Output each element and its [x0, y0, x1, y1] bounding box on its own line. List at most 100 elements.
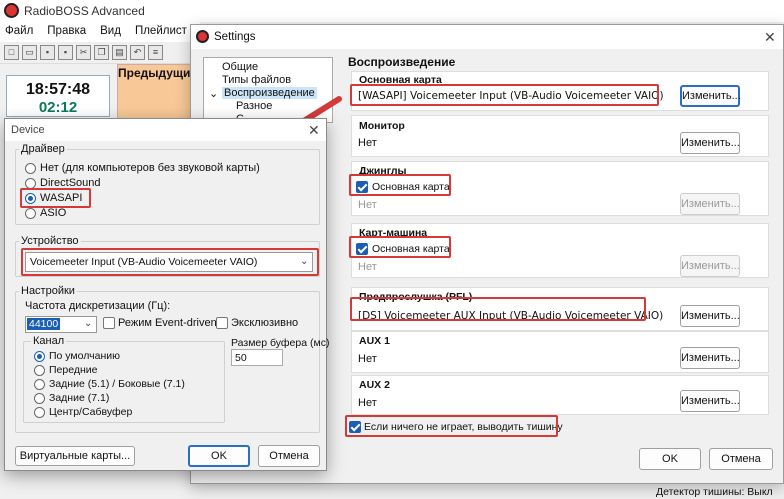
menu-playlist[interactable]: Плейлист — [130, 22, 196, 42]
device-title: Device — [11, 124, 45, 136]
tree-item-general[interactable]: Общие — [222, 61, 258, 73]
app-title: RadioBOSS Advanced — [24, 4, 145, 18]
change-monitor-button[interactable]: Изменить... — [680, 132, 740, 154]
driver-none-radio[interactable] — [25, 163, 36, 174]
paste-icon[interactable]: ▤ — [112, 45, 127, 60]
main-card-value: [WASAPI] Voicemeeter Input (VB-Audio Voi… — [358, 90, 664, 102]
cart-checkbox-label: Основная карта — [372, 243, 450, 255]
jingles-main-card-checkbox[interactable] — [356, 181, 368, 193]
driver-none-label: Нет (для компьютеров без звуковой карты) — [40, 162, 260, 174]
cart-machine-label: Карт-машина — [359, 227, 428, 239]
samplerate-select[interactable]: 44100 ⌄ — [25, 316, 97, 333]
aux1-label: AUX 1 — [359, 335, 390, 347]
menu-edit[interactable]: Правка — [42, 22, 95, 42]
radioboss-logo-icon — [196, 30, 209, 43]
pfl-value: [DS] Voicemeeter AUX Input (VB-Audio Voi… — [358, 310, 664, 322]
change-cart-button[interactable]: Изменить... — [680, 255, 740, 277]
jingles-group: Джинглы Основная карта Нет Изменить... — [351, 161, 769, 216]
menu-view[interactable]: Вид — [95, 22, 130, 42]
radioboss-logo-icon — [4, 3, 19, 18]
settings-cancel-button[interactable]: Отмена — [709, 448, 773, 470]
pfl-label: Предпрослушка (PFL) — [359, 291, 473, 303]
channel-center-radio[interactable] — [34, 407, 45, 418]
close-icon[interactable]: ✕ — [764, 30, 776, 44]
device-dialog: Device ✕ Драйвер Нет (для компьютеров бе… — [4, 118, 330, 471]
elapsed-time: 02:12 — [38, 99, 78, 116]
channel-rear71-radio[interactable] — [34, 393, 45, 404]
virtual-cards-button[interactable]: Виртуальные карты... — [15, 446, 135, 466]
toolbar: □ ▭ ▪ ▪ ✂ ❐ ▤ ↶ ≡ — [0, 42, 200, 64]
device-select-value: Voicemeeter Input (VB-Audio Voicemeeter … — [30, 256, 258, 268]
silence-checkbox-label: Если ничего не играет, выводить тишину — [364, 421, 563, 433]
aux1-group: AUX 1 Нет Изменить... — [351, 331, 769, 373]
previous-track-label: Предыдущий — [118, 66, 193, 80]
settings-legend: Настройки — [19, 285, 77, 297]
playlist-icon[interactable]: ≡ — [148, 45, 163, 60]
event-driven-checkbox[interactable] — [103, 317, 115, 329]
tree-item-file-types[interactable]: Типы файлов — [222, 74, 291, 86]
current-time: 18:57:48 — [25, 81, 91, 98]
channel-center-label: Центр/Сабвуфер — [49, 406, 133, 418]
app-title-bar: RadioBOSS Advanced — [0, 0, 784, 22]
monitor-label: Монитор — [359, 120, 405, 132]
cart-machine-value: Нет — [358, 261, 377, 273]
channel-rear51-radio[interactable] — [34, 379, 45, 390]
device-cancel-button[interactable]: Отмена — [258, 445, 320, 467]
silence-checkbox[interactable] — [349, 421, 361, 433]
channel-rear51-label: Задние (5.1) / Боковые (7.1) — [49, 378, 185, 390]
device-title-bar: Device ✕ — [5, 119, 326, 141]
device-select[interactable]: Voicemeeter Input (VB-Audio Voicemeeter … — [25, 252, 313, 272]
chevron-down-icon[interactable]: ⌄ — [209, 87, 218, 100]
change-main-card-button[interactable]: Изменить... — [680, 85, 741, 107]
channel-front-label: Передние — [49, 364, 98, 376]
device-ok-button[interactable]: OK — [188, 445, 250, 467]
monitor-value: Нет — [358, 137, 377, 149]
pfl-group: Предпрослушка (PFL) [DS] Voicemeeter AUX… — [351, 287, 769, 331]
copy-icon[interactable]: ❐ — [94, 45, 109, 60]
main-card-label: Основная карта — [359, 74, 442, 86]
driver-asio-label: ASIO — [40, 207, 67, 219]
save-all-icon[interactable]: ▪ — [58, 45, 73, 60]
change-jingles-button[interactable]: Изменить... — [680, 193, 740, 215]
save-icon[interactable]: ▪ — [40, 45, 55, 60]
aux2-label: AUX 2 — [359, 379, 390, 391]
jingles-value: Нет — [358, 199, 377, 211]
exclusive-checkbox[interactable] — [216, 317, 228, 329]
chevron-down-icon: ⌄ — [84, 318, 93, 329]
change-pfl-button[interactable]: Изменить... — [680, 305, 740, 327]
jingles-label: Джинглы — [359, 165, 407, 177]
buffer-label: Размер буфера (мс) — [231, 337, 330, 349]
change-aux1-button[interactable]: Изменить... — [680, 347, 740, 369]
new-file-icon[interactable]: □ — [4, 45, 19, 60]
samplerate-label: Частота дискретизации (Гц): — [25, 300, 171, 312]
change-aux2-button[interactable]: Изменить... — [680, 390, 740, 412]
monitor-group: Монитор Нет Изменить... — [351, 115, 769, 157]
driver-wasapi-radio[interactable] — [25, 193, 36, 204]
channel-default-radio[interactable] — [34, 351, 45, 362]
driver-directsound-radio[interactable] — [25, 178, 36, 189]
menu-bar: Файл Правка Вид Плейлист Ин — [0, 22, 216, 42]
aux2-group: AUX 2 Нет Изменить... — [351, 375, 769, 415]
device-legend: Устройство — [19, 235, 81, 247]
buffer-spinbox[interactable]: 50 — [231, 349, 283, 366]
driver-wasapi-label: WASAPI — [40, 192, 83, 204]
close-icon[interactable]: ✕ — [308, 123, 320, 137]
status-bar: Детектор тишины: Выкл — [652, 483, 784, 499]
exclusive-label: Эксклюзивно — [231, 317, 299, 329]
driver-asio-radio[interactable] — [25, 208, 36, 219]
main-card-group: Основная карта [WASAPI] Voicemeeter Inpu… — [351, 71, 769, 111]
open-folder-icon[interactable]: ▭ — [22, 45, 37, 60]
channel-front-radio[interactable] — [34, 365, 45, 376]
undo-icon[interactable]: ↶ — [130, 45, 145, 60]
buffer-value: 50 — [235, 352, 247, 364]
settings-ok-button[interactable]: OK — [639, 448, 701, 470]
channel-rear71-label: Задние (7.1) — [49, 392, 110, 404]
clock-panel: 18:57:48 02:12 — [6, 75, 110, 117]
jingles-checkbox-label: Основная карта — [372, 181, 450, 193]
cut-icon[interactable]: ✂ — [76, 45, 91, 60]
settings-title: Settings — [214, 31, 256, 43]
aux2-value: Нет — [358, 397, 377, 409]
menu-file[interactable]: Файл — [0, 22, 42, 42]
cart-main-card-checkbox[interactable] — [356, 243, 368, 255]
cart-machine-group: Карт-машина Основная карта Нет Изменить.… — [351, 223, 769, 278]
